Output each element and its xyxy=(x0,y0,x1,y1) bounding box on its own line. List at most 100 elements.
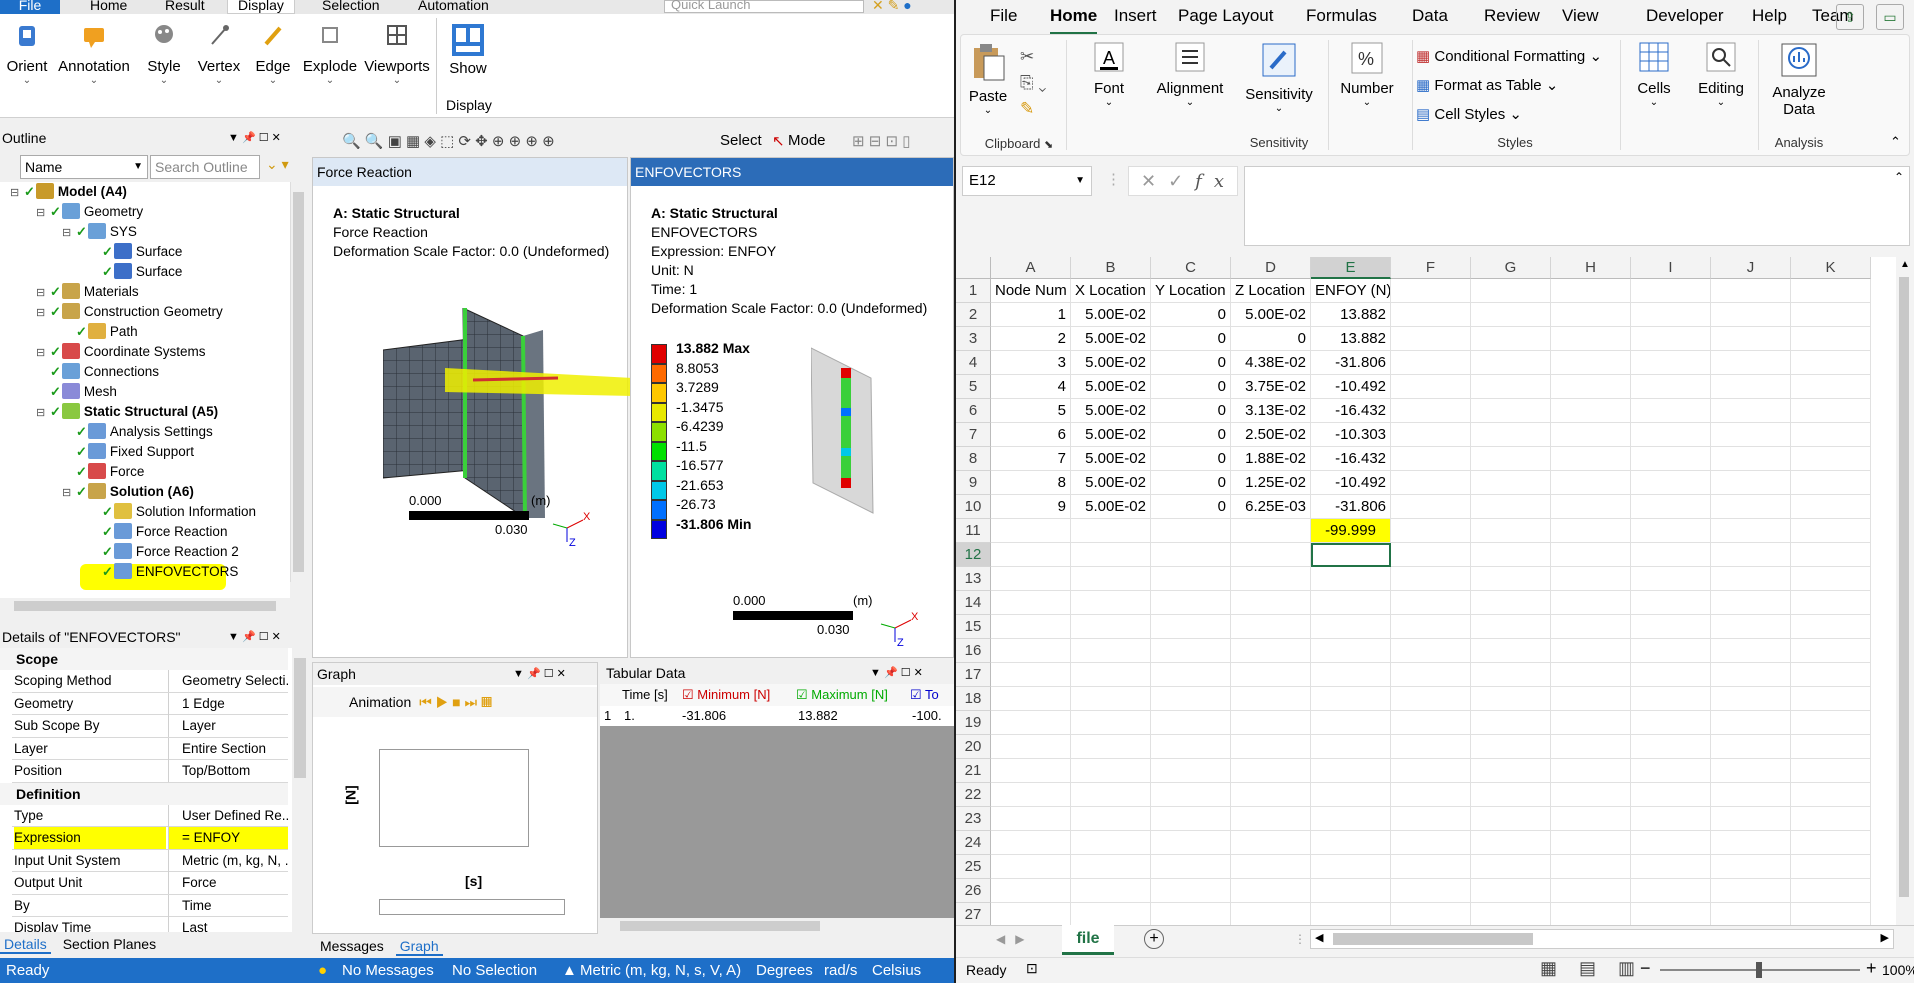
excel-tab[interactable]: Data xyxy=(1412,0,1448,32)
cell[interactable] xyxy=(1471,855,1551,879)
cell[interactable] xyxy=(1791,399,1871,423)
cell[interactable]: 0 xyxy=(1231,327,1311,351)
cell[interactable] xyxy=(1151,735,1231,759)
details-value[interactable]: User Defined Re... xyxy=(168,804,288,827)
row-header[interactable]: 15 xyxy=(956,615,991,639)
cell[interactable] xyxy=(1151,759,1231,783)
cell[interactable] xyxy=(1711,687,1791,711)
cell[interactable] xyxy=(1311,567,1391,591)
cell[interactable] xyxy=(1471,447,1551,471)
alignment-button[interactable]: Alignment ⌄ xyxy=(1150,42,1230,108)
cell[interactable] xyxy=(1071,831,1151,855)
cell[interactable] xyxy=(1471,735,1551,759)
details-value[interactable]: Layer xyxy=(168,715,288,737)
cell[interactable] xyxy=(1071,687,1151,711)
pin-icon[interactable]: ✕ ✎ ● xyxy=(872,0,912,12)
cell[interactable] xyxy=(1071,591,1151,615)
cell[interactable]: 0 xyxy=(1151,495,1231,519)
cell[interactable] xyxy=(1631,327,1711,351)
cell[interactable] xyxy=(1551,375,1631,399)
cell[interactable] xyxy=(1471,543,1551,567)
explode-button[interactable]: Explode ⌄ xyxy=(302,22,358,86)
viewport-tab[interactable]: ENFOVECTORS xyxy=(631,158,953,186)
cell[interactable] xyxy=(1151,687,1231,711)
details-row[interactable]: Scoping Method Geometry Selecti... xyxy=(12,670,288,693)
cell[interactable] xyxy=(1711,807,1791,831)
cell[interactable] xyxy=(1151,615,1231,639)
cell[interactable] xyxy=(1711,783,1791,807)
cell[interactable] xyxy=(1231,735,1311,759)
cell[interactable] xyxy=(1071,903,1151,925)
details-row[interactable]: Expression = ENFOY xyxy=(12,827,288,850)
cell[interactable] xyxy=(1151,591,1231,615)
cell[interactable] xyxy=(1791,783,1871,807)
formula-buttons[interactable]: ✕✓fx xyxy=(1128,166,1238,196)
cell[interactable] xyxy=(1231,663,1311,687)
cell[interactable] xyxy=(1311,807,1391,831)
excel-tab[interactable]: Insert xyxy=(1114,0,1157,32)
cell[interactable] xyxy=(1071,711,1151,735)
cell[interactable] xyxy=(1551,303,1631,327)
cell[interactable] xyxy=(1551,783,1631,807)
mode-pointer-icon[interactable]: ↖ xyxy=(772,132,785,150)
style-button[interactable]: Style ⌄ xyxy=(142,22,186,86)
cell[interactable]: 2.50E-02 xyxy=(1231,423,1311,447)
row-header[interactable]: 5 xyxy=(956,375,991,399)
cell[interactable]: 1 xyxy=(991,303,1071,327)
cell[interactable] xyxy=(1791,519,1871,543)
cell[interactable] xyxy=(1791,591,1871,615)
cell[interactable] xyxy=(1151,879,1231,903)
cell[interactable]: 0 xyxy=(1151,447,1231,471)
cell[interactable] xyxy=(1311,759,1391,783)
cell[interactable] xyxy=(1151,543,1231,567)
cell[interactable] xyxy=(1071,543,1151,567)
cell[interactable] xyxy=(1391,303,1471,327)
format-as-table-button[interactable]: ▦ Format as Table ⌄ xyxy=(1416,71,1602,100)
cell[interactable] xyxy=(1791,855,1871,879)
cell[interactable] xyxy=(1551,471,1631,495)
cell[interactable] xyxy=(1231,807,1311,831)
cell[interactable] xyxy=(1711,447,1791,471)
cell[interactable] xyxy=(1231,591,1311,615)
viewport-enfovectors[interactable]: ENFOVECTORS A: Static Structural ENFOVEC… xyxy=(630,157,954,658)
cell[interactable] xyxy=(1471,495,1551,519)
row-header[interactable]: 18 xyxy=(956,687,991,711)
edge-button[interactable]: Edge ⌄ xyxy=(252,22,294,86)
cell[interactable] xyxy=(1231,567,1311,591)
cell[interactable] xyxy=(1551,687,1631,711)
details-value[interactable]: Entire Section xyxy=(168,737,288,760)
cell[interactable] xyxy=(1791,879,1871,903)
cell[interactable] xyxy=(1631,567,1711,591)
cell[interactable] xyxy=(1391,783,1471,807)
row-header[interactable]: 12 xyxy=(956,543,991,567)
cell[interactable] xyxy=(1631,591,1711,615)
cell[interactable]: 4 xyxy=(991,375,1071,399)
cell[interactable] xyxy=(1151,711,1231,735)
cell[interactable] xyxy=(1471,615,1551,639)
outline-item[interactable]: ⊟ ✓ Coordinate Systems xyxy=(36,342,205,362)
cell[interactable]: 6 xyxy=(991,423,1071,447)
cell[interactable] xyxy=(1631,615,1711,639)
cell[interactable] xyxy=(1791,279,1871,303)
cell[interactable] xyxy=(1631,495,1711,519)
details-value[interactable]: Metric (m, kg, N, ... xyxy=(168,849,288,872)
tab-graph[interactable]: Graph xyxy=(395,938,443,956)
details-section-header[interactable]: Scope xyxy=(0,648,288,670)
cell[interactable] xyxy=(1391,663,1471,687)
cell[interactable] xyxy=(1391,855,1471,879)
tab-splitter-icon[interactable]: ⋮ xyxy=(1294,932,1306,946)
cell[interactable] xyxy=(1631,279,1711,303)
cell[interactable] xyxy=(1071,639,1151,663)
cell[interactable] xyxy=(1711,399,1791,423)
row-header[interactable]: 8 xyxy=(956,447,991,471)
cell[interactable] xyxy=(1551,495,1631,519)
cell[interactable]: -10.303 xyxy=(1311,423,1391,447)
animation-controls-icon[interactable]: ⏮ ▶ ■ ⏭ ▦ xyxy=(419,694,492,710)
row-header[interactable]: 24 xyxy=(956,831,991,855)
vertex-button[interactable]: Vertex ⌄ xyxy=(196,22,242,86)
quick-launch-input[interactable]: Quick Launch xyxy=(664,0,864,13)
details-value[interactable]: Top/Bottom xyxy=(168,760,288,782)
cell[interactable] xyxy=(1151,831,1231,855)
viewport-force-reaction[interactable]: Force Reaction A: Static Structural Forc… xyxy=(312,157,633,658)
cell[interactable] xyxy=(1791,711,1871,735)
